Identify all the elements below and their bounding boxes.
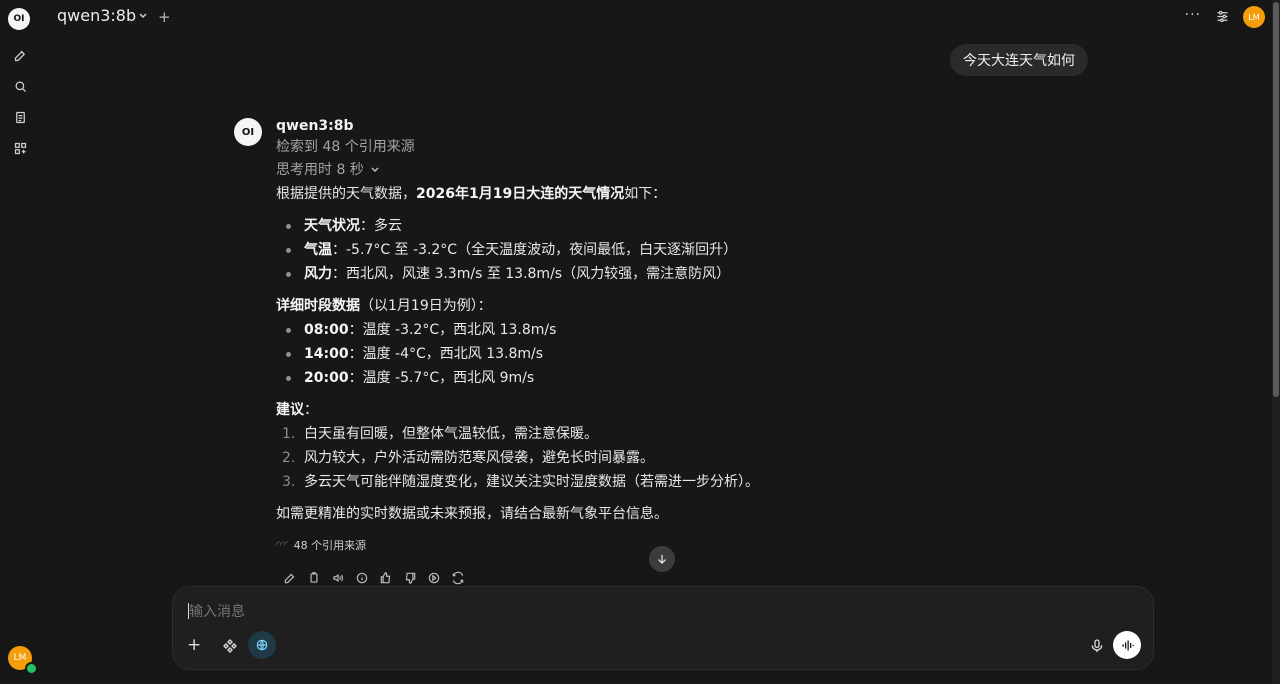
detail-text: ：温度 -4°C，西北风 13.8m/s <box>348 346 544 362</box>
thumbs-up-icon[interactable] <box>378 570 393 585</box>
summary-label: 气温 <box>304 242 332 258</box>
controls-icon[interactable] <box>1215 9 1230 24</box>
intro-suffix: 如下： <box>624 186 667 202</box>
advice-number: 1. <box>282 426 296 442</box>
advice-number: 2. <box>282 450 296 466</box>
microphone-icon[interactable] <box>1089 637 1105 655</box>
summary-label: 天气状况 <box>304 218 360 234</box>
top-user-avatar[interactable]: LM <box>1243 6 1265 28</box>
list-item: 1. 白天虽有回暖，但整体气温较低，需注意保暖。 <box>276 422 796 446</box>
regenerate-icon[interactable] <box>450 570 465 585</box>
detail-time: 14:00 <box>304 346 349 362</box>
scrollbar-thumb[interactable] <box>1273 2 1279 397</box>
globe-icon <box>256 639 268 651</box>
add-model-button[interactable]: + <box>158 8 171 26</box>
chevron-down-icon[interactable] <box>138 11 148 21</box>
copy-icon[interactable] <box>306 570 321 585</box>
source-count-label: 48 个引用来源 <box>293 539 367 552</box>
thumbs-down-icon[interactable] <box>402 570 417 585</box>
message-actions <box>282 570 465 585</box>
list-item: 2. 风力较大，户外活动需防范寒风侵袭，避免长时间暴露。 <box>276 446 796 470</box>
arrow-down-icon <box>658 554 666 564</box>
list-item: 3. 多云天气可能伴随湿度变化，建议关注实时湿度数据（若需进一步分析）。 <box>276 470 796 494</box>
new-chat-icon[interactable] <box>10 45 30 65</box>
chevron-down-icon <box>371 167 379 173</box>
tools-icon[interactable] <box>222 638 238 654</box>
assistant-avatar: OI <box>234 118 262 146</box>
advice-list: 1. 白天虽有回暖，但整体气温较低，需注意保暖。 2. 风力较大，户外活动需防范寒风… <box>276 422 796 494</box>
detail-text: ：温度 -5.7°C，西北风 9m/s <box>348 370 535 386</box>
scroll-to-bottom-button[interactable] <box>649 546 675 572</box>
sidebar: OI LM <box>0 0 40 684</box>
advice-text: 白天虽有回暖，但整体气温较低，需注意保暖。 <box>304 426 598 442</box>
info-icon[interactable] <box>354 570 369 585</box>
advice-heading: 建议： <box>276 398 796 422</box>
intro-prefix: 根据提供的天气数据， <box>276 186 416 202</box>
summary-text: ：西北风，风速 3.3m/s 至 13.8m/s（风力较强，需注意防风） <box>332 266 731 282</box>
openwebui-logo[interactable]: OI <box>8 8 30 30</box>
advice-number: 3. <box>282 474 296 490</box>
summary-list: 天气状况：多云 气温：-5.7°C 至 -3.2°C（全天温度波动，夜间最低，白… <box>276 214 796 286</box>
source-favicons-icon: ◜◜◜ <box>276 540 288 551</box>
notes-icon[interactable] <box>10 107 30 127</box>
summary-text: ：-5.7°C 至 -3.2°C（全天温度波动，夜间最低，白天逐渐回升） <box>332 242 738 258</box>
message-composer: + <box>172 586 1154 670</box>
advice-title: 建议 <box>276 402 304 418</box>
voice-mode-button[interactable] <box>1113 631 1141 659</box>
intro-bold: 2026年1月19日大连的天气情况 <box>416 186 625 202</box>
intro-paragraph: 根据提供的天气数据，2026年1月19日大连的天气情况如下： <box>276 182 796 206</box>
web-search-toggle[interactable] <box>248 631 276 659</box>
search-icon[interactable] <box>10 76 30 96</box>
list-item: 风力：西北风，风速 3.3m/s 至 13.8m/s（风力较强，需注意防风） <box>276 262 796 286</box>
audio-wave-icon <box>1122 640 1134 650</box>
more-options-icon[interactable]: ··· <box>1185 7 1201 23</box>
detail-time: 08:00 <box>304 322 349 338</box>
assistant-message: qwen3:8b 检索到 48 个引用来源 思考用时 8 秒 根据提供的天气数据… <box>276 116 796 558</box>
thinking-label: 思考用时 8 秒 <box>276 162 364 178</box>
detail-title-suffix: （以1月19日为例）： <box>360 298 492 314</box>
sources-summary[interactable]: 检索到 48 个引用来源 <box>276 136 796 158</box>
detail-list: 08:00：温度 -3.2°C，西北风 13.8m/s 14:00：温度 -4°… <box>276 318 796 390</box>
summary-label: 风力 <box>304 266 332 282</box>
closing-paragraph: 如需更精准的实时数据或未来预报，请结合最新气象平台信息。 <box>276 506 668 522</box>
edit-icon[interactable] <box>282 570 297 585</box>
list-item: 20:00：温度 -5.7°C，西北风 9m/s <box>276 366 796 390</box>
model-selector-label[interactable]: qwen3:8b <box>57 6 136 25</box>
detail-time: 20:00 <box>304 370 349 386</box>
read-aloud-icon[interactable] <box>330 570 345 585</box>
list-item: 08:00：温度 -3.2°C，西北风 13.8m/s <box>276 318 796 342</box>
thinking-toggle[interactable]: 思考用时 8 秒 <box>276 158 796 182</box>
assistant-name: qwen3:8b <box>276 118 354 134</box>
detail-title: 详细时段数据 <box>276 298 360 314</box>
list-item: 14:00：温度 -4°C，西北风 13.8m/s <box>276 342 796 366</box>
summary-text: ：多云 <box>360 218 402 234</box>
top-bar: qwen3:8b + ··· LM <box>40 0 1280 34</box>
user-message-bubble: 今天大连天气如何 <box>950 44 1088 76</box>
advice-text: 多云天气可能伴随湿度变化，建议关注实时湿度数据（若需进一步分析）。 <box>304 474 759 490</box>
workspace-icon[interactable] <box>10 138 30 158</box>
detail-text: ：温度 -3.2°C，西北风 13.8m/s <box>348 322 557 338</box>
detail-heading: 详细时段数据（以1月19日为例）： <box>276 294 796 318</box>
continue-icon[interactable] <box>426 570 441 585</box>
message-input[interactable] <box>187 601 691 623</box>
online-status-indicator <box>25 662 38 675</box>
list-item: 天气状况：多云 <box>276 214 796 238</box>
advice-text: 风力较大，户外活动需防范寒风侵袭，避免长时间暴露。 <box>304 450 654 466</box>
advice-title-suffix: ： <box>304 402 318 418</box>
add-attachment-button[interactable]: + <box>187 635 201 655</box>
source-citations[interactable]: ◜◜◜ 48 个引用来源 <box>276 534 796 558</box>
list-item: 气温：-5.7°C 至 -3.2°C（全天温度波动，夜间最低，白天逐渐回升） <box>276 238 796 262</box>
